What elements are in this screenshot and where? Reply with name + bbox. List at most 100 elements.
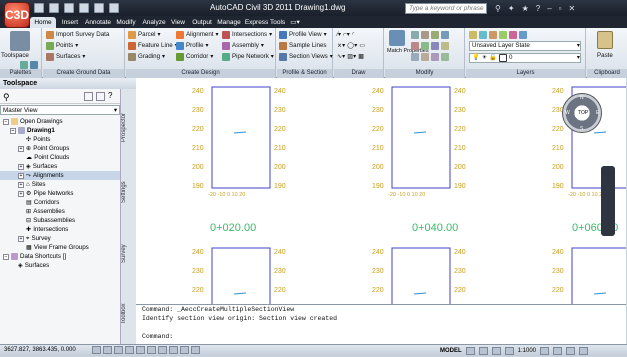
tab-view[interactable]: View (168, 17, 188, 28)
properties-icon[interactable] (20, 61, 28, 69)
tree-surfaces[interactable]: + ◈ Surfaces (0, 162, 120, 171)
alignment-button[interactable]: Alignment ▾ (176, 30, 219, 40)
help-icon[interactable]: ? (108, 91, 112, 100)
assembly-button[interactable]: Assembly ▾ (222, 41, 264, 51)
explode-icon[interactable] (431, 53, 439, 61)
paste-icon[interactable] (597, 31, 613, 49)
tree-corridors[interactable]: ▤ Corridors (0, 198, 120, 207)
hatch-icon[interactable]: ▨▾ (347, 52, 356, 62)
feature-line-button[interactable]: Feature Line ▾ (128, 41, 178, 51)
tree-point-clouds[interactable]: ☁ Point Clouds (0, 153, 120, 162)
open-icon[interactable] (49, 3, 59, 13)
dyn-icon[interactable] (169, 346, 178, 354)
tab-analyze[interactable]: Analyze (140, 17, 168, 28)
corridor-button[interactable]: Corridor ▾ (176, 52, 213, 62)
grid-icon[interactable] (103, 346, 112, 354)
help-icon[interactable]: ? (536, 4, 540, 13)
tab-overflow-icon[interactable]: ▭▾ (288, 17, 302, 28)
tree-subassemblies[interactable]: ⊟ Subassemblies (0, 216, 120, 225)
workspace-icon[interactable] (553, 347, 563, 355)
save-icon[interactable] (64, 3, 74, 13)
model-toggle[interactable]: MODEL (440, 346, 462, 357)
tab-annotate[interactable]: Annotate (83, 17, 113, 28)
tab-modify[interactable]: Modify (113, 17, 139, 28)
tree-assemblies[interactable]: ⊞ Assemblies (0, 207, 120, 216)
profile-view-button[interactable]: Profile View ▾ (279, 30, 327, 40)
search-icon[interactable]: ⚲ (3, 92, 10, 103)
import-survey-button[interactable]: Import Survey Data (46, 30, 109, 40)
layer-isolate-icon[interactable] (479, 31, 487, 39)
grading-button[interactable]: Grading ▾ (128, 52, 165, 62)
erase-icon[interactable] (421, 53, 429, 61)
osnap-icon[interactable] (136, 346, 145, 354)
annotation-visibility-icon[interactable] (540, 347, 550, 355)
tab-home[interactable]: Home (30, 17, 56, 28)
copy-icon[interactable] (441, 31, 449, 39)
tree-point-groups[interactable]: + ⊕ Point Groups (0, 144, 120, 153)
current-layer-dropdown[interactable]: 💡 ☀ 🔓 0 ▾ (469, 53, 581, 63)
tab-output[interactable]: Output (189, 17, 215, 28)
intersections-button[interactable]: Intersections ▾ (222, 30, 272, 40)
scale-icon[interactable] (441, 42, 449, 50)
multiline-icon[interactable]: ⨯▾ (337, 41, 345, 51)
drawing-canvas[interactable]: 240 240 230 230 220 220 210 210 200 200 190 190 -20 … (136, 78, 626, 304)
application-menu-button[interactable]: C3D (4, 2, 30, 28)
tab-survey[interactable]: Survey (121, 239, 137, 269)
circle-icon[interactable]: ◯▾ (347, 41, 357, 51)
annotation-scale[interactable]: 1:1000 (518, 346, 536, 357)
maximize-icon[interactable]: ▫ (559, 4, 562, 13)
lock-icon[interactable] (566, 347, 576, 355)
layer-properties-icon[interactable] (469, 31, 477, 39)
tree-intersections[interactable]: ✚ Intersections (0, 225, 120, 234)
line-icon[interactable]: ⁄▾ (337, 30, 341, 40)
tree-survey[interactable]: + ⌖ Survey (0, 234, 120, 243)
pan-icon[interactable] (491, 347, 501, 355)
clean-screen-icon[interactable] (579, 347, 589, 355)
subscription-icon[interactable]: ✦ (508, 4, 515, 13)
sample-lines-button[interactable]: Sample Lines (279, 41, 327, 51)
tab-settings[interactable]: Settings (121, 177, 137, 207)
tree-icon[interactable] (96, 92, 105, 101)
mirror-icon[interactable] (411, 42, 419, 50)
tree-drawing1[interactable]: − Drawing1 (0, 126, 120, 135)
quick-view-layouts-icon[interactable] (465, 347, 475, 355)
rectangle-icon[interactable]: ▭ (359, 41, 365, 51)
surfaces-button[interactable]: Surfaces ▾ (46, 52, 86, 62)
ducs-icon[interactable] (158, 346, 167, 354)
view-dropdown[interactable]: Master View ▾ (0, 105, 120, 115)
collapse-icon[interactable] (84, 92, 93, 101)
lwt-icon[interactable] (180, 346, 189, 354)
section-views-button[interactable]: Section Views ▾ (279, 52, 333, 62)
match-properties-icon[interactable] (389, 30, 405, 46)
tab-prospector[interactable]: Prospector (121, 107, 137, 147)
layer-lock-icon[interactable] (509, 31, 517, 39)
panorama-icon[interactable] (30, 61, 38, 69)
undo-icon[interactable] (94, 3, 104, 13)
toolspace-icon[interactable] (10, 31, 30, 51)
snap-icon[interactable] (92, 346, 101, 354)
command-line[interactable]: Command: _AeccCreateMultipleSectionView … (136, 304, 626, 344)
tab-express-tools[interactable]: Express Tools (244, 17, 286, 28)
tree-shortcut-surfaces[interactable]: ◈ Surfaces (0, 261, 120, 270)
layer-off-icon[interactable] (489, 31, 497, 39)
profile-button[interactable]: Profile ▾ (176, 41, 209, 51)
navigation-bar[interactable] (601, 166, 615, 236)
rotate-icon[interactable] (421, 31, 429, 39)
zoom-icon[interactable] (504, 347, 514, 355)
ortho-icon[interactable] (114, 346, 123, 354)
tab-toolbox[interactable]: Toolbox (121, 299, 137, 329)
points-button[interactable]: Points ▾ (46, 41, 78, 51)
qp-icon[interactable] (191, 346, 200, 354)
pipe-network-button[interactable]: Pipe Network ▾ (222, 52, 274, 62)
viewcube-navigation[interactable]: TOP N S E W (562, 93, 602, 133)
tree-open-drawings[interactable]: − Open Drawings (0, 117, 120, 126)
tree-pipe-networks[interactable]: + ⚙ Pipe Networks (0, 189, 120, 198)
polar-icon[interactable] (125, 346, 134, 354)
layer-freeze-icon[interactable] (499, 31, 507, 39)
search-input[interactable]: Type a keyword or phrase (405, 3, 487, 14)
command-prompt[interactable]: Command: (136, 332, 626, 341)
fillet-icon[interactable] (421, 42, 429, 50)
quick-view-drawings-icon[interactable] (478, 347, 488, 355)
stretch-icon[interactable] (431, 42, 439, 50)
tree-view-frame-groups[interactable]: ▦ View Frame Groups (0, 243, 120, 252)
